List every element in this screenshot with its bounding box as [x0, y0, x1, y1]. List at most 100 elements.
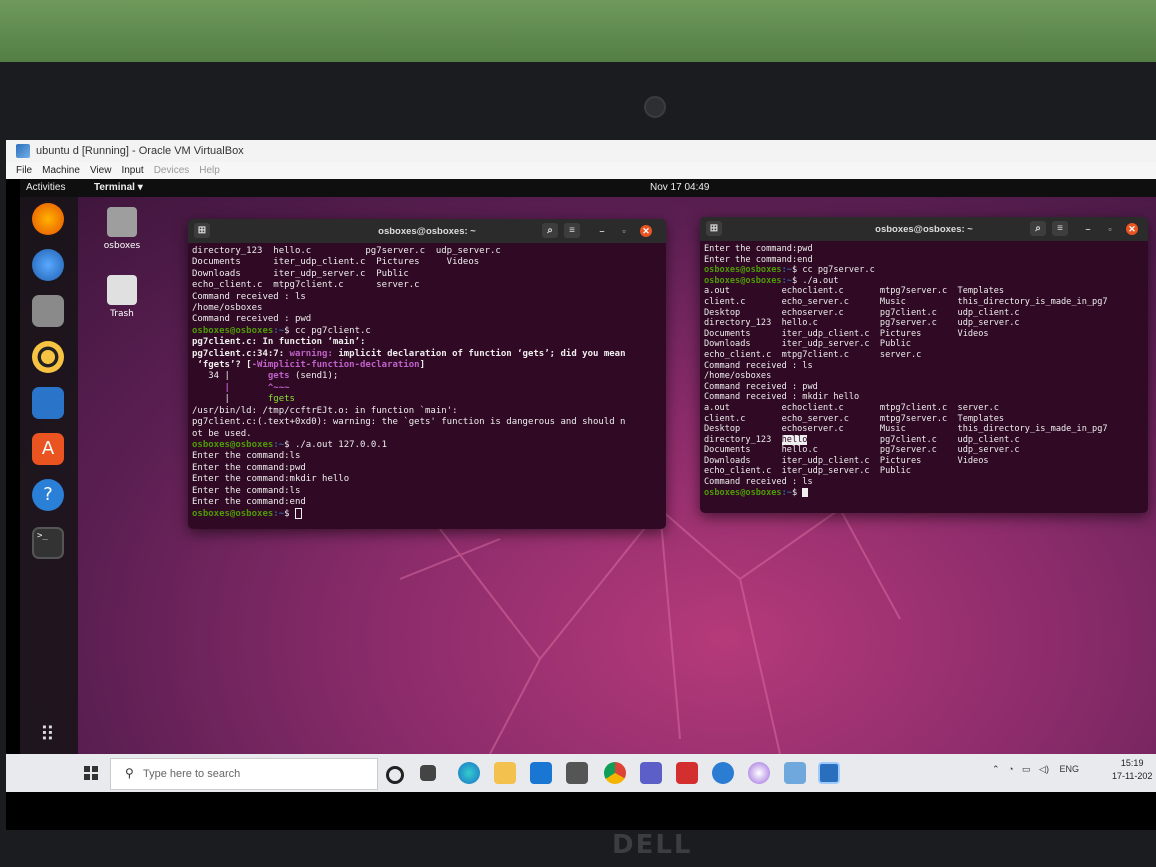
windows-start-icon[interactable] — [84, 766, 98, 780]
menu-devices[interactable]: Devices — [154, 165, 190, 176]
dell-logo: DELL — [612, 830, 693, 860]
hamburger-menu-icon[interactable]: ≡ — [1052, 221, 1068, 236]
prompt-user: osboxes@osboxes — [192, 325, 274, 336]
word-icon[interactable] — [712, 762, 734, 784]
virtualbox-icon — [16, 144, 30, 158]
fix-suggestion: fgets — [267, 394, 295, 405]
search-icon[interactable]: ⌕ — [542, 223, 558, 238]
webcam — [644, 96, 666, 118]
desktop-icon-trash[interactable]: Trash — [92, 275, 152, 319]
file-explorer-icon[interactable] — [494, 762, 516, 784]
warning-location: pg7client.c:34:7: — [192, 348, 290, 359]
desktop-icon-home[interactable]: osboxes — [92, 207, 152, 251]
cursor — [294, 508, 302, 520]
minimize-icon[interactable]: – — [1082, 223, 1094, 235]
cortana-icon[interactable] — [386, 766, 404, 784]
command-text: $ ./a.out 127.0.0.1 — [284, 439, 388, 450]
menu-file[interactable]: File — [16, 165, 32, 176]
output-line: Downloads iter_udp_server.c Public — [192, 268, 409, 279]
output-line: Enter the command:pwd — [192, 462, 306, 473]
output-line: Command received : ls — [192, 291, 306, 302]
writer-icon[interactable] — [32, 387, 64, 419]
search-icon[interactable]: ⌕ — [1030, 221, 1046, 236]
output-line: echo_client.c iter_udp_server.c Public — [704, 466, 911, 477]
maximize-icon[interactable]: ▫ — [618, 225, 630, 237]
output-line: Documents iter_udp_client.c Pictures Vid… — [704, 328, 989, 339]
output-line: Desktop echoserver.c pg7client.c udp_cli… — [704, 307, 1020, 318]
close-icon[interactable]: ✕ — [1126, 223, 1138, 235]
terminal-icon[interactable]: >_ — [32, 527, 64, 559]
ubuntu-top-bar: Activities Terminal ▾ Nov 17 04:49 — [20, 179, 1156, 197]
files-icon[interactable] — [32, 295, 64, 327]
output-line: a.out echoclient.c mtpg7server.c Templat… — [704, 286, 1005, 297]
prompt-user: osboxes@osboxes — [192, 509, 274, 520]
search-app-icon[interactable] — [640, 762, 662, 784]
prompt-path: :~ — [273, 509, 285, 520]
thunderbird-icon[interactable] — [32, 249, 64, 281]
source-highlight: gets — [267, 371, 290, 382]
terminal-output-client[interactable]: directory_123 hello.c pg7server.c udp_se… — [188, 243, 666, 524]
terminal-app-menu[interactable]: Terminal ▾ — [94, 182, 143, 193]
rhythmbox-icon[interactable] — [32, 341, 64, 373]
virtualbox-taskbar-icon[interactable] — [818, 762, 840, 784]
command-text: $ cc pg7server.c — [791, 265, 875, 276]
output-line: pg7client.c:(.text+0xd0): warning: the `… — [192, 417, 626, 428]
output-line: /home/osboxes — [192, 303, 263, 314]
output-line: Enter the command:mkdir hello — [192, 474, 350, 485]
close-icon[interactable]: ✕ — [640, 225, 652, 237]
ubuntu-dock: A ? >_ ⠿ — [20, 197, 78, 754]
software-icon[interactable]: A — [32, 433, 64, 465]
terminal-window-client[interactable]: ⊞ osboxes@osboxes: ~ ⌕ ≡ – ▫ ✕ directory… — [188, 219, 666, 529]
source-line: 34 | — [192, 371, 268, 382]
desktop-icon-label: Trash — [110, 309, 134, 319]
chrome-icon[interactable] — [604, 762, 626, 784]
maximize-icon[interactable]: ▫ — [1104, 223, 1116, 235]
windows-date: 17-11-202 — [1112, 771, 1153, 781]
virtualbox-title: ubuntu d [Running] - Oracle VM VirtualBo… — [36, 145, 244, 157]
taskbar-search-box[interactable]: ⚲ Type here to search — [110, 758, 378, 790]
warning-flag: -Wimplicit-function-declaration — [251, 360, 420, 371]
menu-machine[interactable]: Machine — [42, 165, 80, 176]
terminal-output-server[interactable]: Enter the command:pwd Enter the command:… — [700, 241, 1148, 501]
pdf-icon[interactable] — [676, 762, 698, 784]
search-placeholder: Type here to search — [143, 768, 241, 780]
activities-button[interactable]: Activities — [26, 182, 65, 193]
output-line: Enter the command:pwd — [704, 244, 813, 254]
output-line: Enter the command:ls — [192, 451, 301, 462]
task-view-icon[interactable] — [420, 765, 436, 781]
menu-help[interactable]: Help — [199, 165, 220, 176]
windows-clock[interactable]: 15:19 17-11-202 — [1112, 757, 1152, 783]
language-indicator[interactable]: ENG — [1059, 764, 1079, 774]
minimize-icon[interactable]: – — [596, 225, 608, 237]
terminal-title: osboxes@osboxes: ~ — [378, 226, 476, 237]
output-line: Documents hello.c pg7server.c udp_server… — [704, 445, 1020, 456]
cursor — [802, 487, 809, 497]
photos-icon[interactable] — [748, 762, 770, 784]
menu-view[interactable]: View — [90, 165, 112, 176]
3d-viewer-icon[interactable] — [784, 762, 806, 784]
output-line: /home/osboxes — [704, 371, 772, 382]
prompt-user: osboxes@osboxes — [704, 275, 782, 286]
edge-icon[interactable] — [458, 762, 480, 784]
volume-icon[interactable]: ◁) — [1039, 764, 1049, 774]
battery-icon[interactable]: ▭ — [1022, 764, 1031, 774]
system-tray: ⌃ ◔ ▭ ◁) ENG — [992, 764, 1079, 775]
terminal-window-server[interactable]: ⊞ osboxes@osboxes: ~ ⌕ ≡ – ▫ ✕ Enter the… — [700, 217, 1148, 513]
output-line: Command received : ls — [704, 360, 813, 371]
network-icon[interactable]: ◔ — [1008, 764, 1013, 774]
prompt-user: osboxes@osboxes — [704, 265, 782, 276]
mail-icon[interactable] — [530, 762, 552, 784]
help-icon[interactable]: ? — [32, 479, 64, 511]
command-text: $ cc pg7client.c — [284, 325, 371, 336]
source-caret: | ^~~~ — [192, 382, 290, 393]
tray-up-arrow-icon[interactable]: ⌃ — [992, 764, 1000, 774]
ubuntu-clock[interactable]: Nov 17 04:49 — [650, 182, 710, 193]
firefox-icon[interactable] — [32, 203, 64, 235]
desktop-icon-label: osboxes — [103, 241, 141, 251]
prompt-path: :~ — [273, 325, 285, 336]
hamburger-menu-icon[interactable]: ≡ — [564, 223, 580, 238]
store-icon[interactable] — [566, 762, 588, 784]
menu-input[interactable]: Input — [121, 165, 143, 176]
show-applications-icon[interactable]: ⠿ — [40, 724, 55, 744]
output-line: directory_123 hello.c pg7server.c udp_se… — [704, 318, 1020, 329]
